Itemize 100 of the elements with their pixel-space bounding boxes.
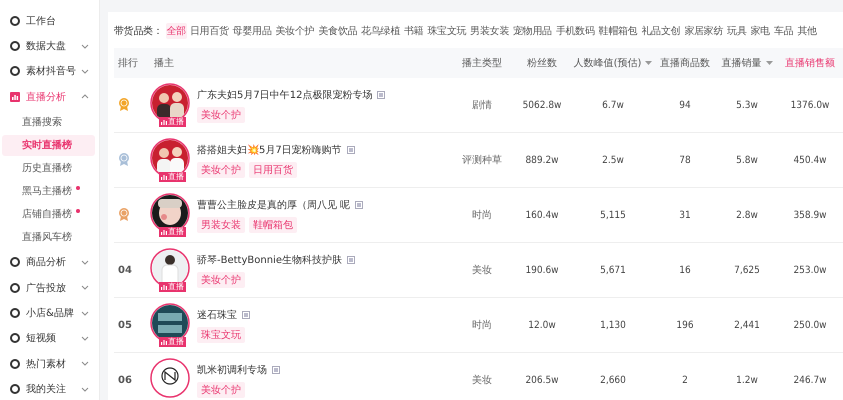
table-cell-text: 7,625 <box>733 264 761 276</box>
streamer-name[interactable]: 广东夫妇5月7日中午12点极限宠粉专场 <box>197 88 372 102</box>
submenu-item[interactable]: 直播搜索 <box>2 112 95 133</box>
circle-icon <box>10 66 20 76</box>
table-cell-text: 时尚 <box>471 208 493 222</box>
category-option[interactable]: 美食饮品 <box>317 23 358 39</box>
menu-item[interactable]: 数据大盘 <box>0 33 99 59</box>
qr-code-icon[interactable] <box>242 310 250 318</box>
chevron-icon <box>81 386 89 392</box>
circle-icon <box>10 282 20 293</box>
table-cell-text: 889.2w <box>524 154 560 166</box>
menu-item[interactable]: 我的关注 <box>0 376 99 400</box>
rank-number: 05 <box>117 320 132 330</box>
category-option[interactable]: 书籍 <box>402 23 424 39</box>
table-cell-text: 2.8w <box>735 210 759 220</box>
category-option[interactable]: 美妆个护 <box>274 23 316 39</box>
live-badge: 直播 <box>159 172 186 182</box>
table-cell-text: 5.8w <box>735 154 759 166</box>
menu-item[interactable]: 广告投放 <box>0 274 99 300</box>
table-cell-text: 78 <box>678 154 692 166</box>
table-cell-text: 206.5w <box>524 374 560 386</box>
table-cell-text: 2.5w <box>601 154 625 166</box>
table-cell-text: 5,671 <box>599 264 627 276</box>
column-header: 直播销售额 <box>784 56 836 70</box>
qr-code-icon[interactable] <box>272 366 280 374</box>
submenu-item[interactable]: 店铺自播榜 <box>2 204 95 225</box>
table-cell-text: 196 <box>675 320 695 330</box>
table-cell-text: 190.6w <box>524 264 560 276</box>
table-cell-text: 1376.0w <box>790 100 830 110</box>
category-option[interactable]: 花鸟绿植 <box>360 23 401 39</box>
table-cell-text: 450.4w <box>792 154 828 166</box>
category-option[interactable]: 母婴用品 <box>232 23 273 39</box>
live-badge: 直播 <box>159 282 186 292</box>
category-option[interactable]: 鞋帽箱包 <box>598 23 638 39</box>
circle-icon <box>10 257 20 268</box>
menu-item[interactable]: 素材抖音号 <box>0 58 99 84</box>
circle-icon <box>10 358 20 369</box>
rank-number: 06 <box>117 374 132 386</box>
streamer-name[interactable]: 搭搭姐夫妇💥5月7日宠粉嗨购节 <box>197 142 342 156</box>
category-tag: 鞋帽箱包 <box>249 216 297 232</box>
chevron-icon <box>81 361 89 366</box>
category-tag: 珠宝文玩 <box>197 326 245 342</box>
menu-item[interactable]: 工作台 <box>0 8 99 34</box>
column-header[interactable]: 直播销量 <box>717 56 777 70</box>
streamer-name[interactable]: 凯米初调利专场 <box>197 362 267 376</box>
column-header: 排行 <box>117 56 139 70</box>
table-cell-text: 358.9w <box>792 210 828 220</box>
column-header: 播主 <box>153 56 175 70</box>
streamer-name[interactable]: 迷石珠宝 <box>197 308 237 322</box>
category-option[interactable]: 男装女装 <box>469 23 510 39</box>
table-cell-text: 5,115 <box>599 210 627 220</box>
table-cell-text: 5062.8w <box>522 100 562 110</box>
qr-code-icon[interactable] <box>355 200 364 208</box>
chevron-icon <box>81 94 89 100</box>
chevron-icon <box>81 336 89 341</box>
table-cell-text: 美妆 <box>471 374 493 387</box>
table-cell-text: 评测种草 <box>461 154 503 167</box>
menu-item[interactable]: 商品分析 <box>0 250 99 275</box>
menu-item[interactable]: 短视频 <box>0 326 99 352</box>
qr-code-icon[interactable] <box>377 90 386 98</box>
qr-code-icon[interactable] <box>346 256 355 264</box>
category-option[interactable]: 宠物用品 <box>512 23 553 39</box>
circle-icon <box>10 384 20 394</box>
menu-item[interactable]: 直播分析 <box>0 84 99 110</box>
category-option[interactable]: 珠宝文玩 <box>426 23 468 39</box>
column-header[interactable]: 人数峰值(预估) <box>573 56 653 70</box>
streamer-name[interactable]: 骄琴-BettyBonnie生物科技护肤 <box>197 252 342 266</box>
submenu-item[interactable]: 实时直播榜 <box>2 134 95 156</box>
category-option[interactable]: 家居家纺 <box>683 23 724 39</box>
chevron-icon <box>81 285 89 290</box>
category-option[interactable]: 玩具 <box>726 23 748 39</box>
table-cell-text: 5.3w <box>735 100 759 110</box>
submenu-item[interactable]: 历史直播榜 <box>2 158 95 179</box>
menu-item[interactable]: 热门素材 <box>0 351 99 377</box>
table-cell-text: 253.0w <box>792 264 828 276</box>
category-option[interactable]: 其他 <box>796 23 818 39</box>
category-option[interactable]: 家电 <box>749 23 771 39</box>
submenu-item[interactable]: 直播风车榜 <box>2 226 95 248</box>
streamer-name[interactable]: 曹曹公主脸皮是真的厚（周八见 呢 <box>197 198 350 212</box>
category-tag: 日用百货 <box>249 162 297 178</box>
category-option[interactable]: 礼品文创 <box>640 23 682 39</box>
table-cell-text: 12.0w <box>527 320 557 330</box>
menu-item[interactable]: 小店&品牌 <box>0 300 99 326</box>
column-header: 直播商品数 <box>659 56 711 70</box>
live-badge: 直播 <box>159 227 186 237</box>
table-cell-text: 16 <box>678 264 692 276</box>
category-option[interactable]: 手机数码 <box>554 23 596 39</box>
circle-icon <box>10 333 20 344</box>
submenu-item[interactable]: 黑马主播榜 <box>2 180 95 202</box>
table-cell-text: 31 <box>678 210 692 220</box>
live-badge: 直播 <box>159 117 186 127</box>
table-cell-text: 2,660 <box>599 374 627 386</box>
chevron-icon <box>81 68 89 74</box>
qr-code-icon[interactable] <box>346 146 355 154</box>
category-option[interactable]: 车品 <box>772 23 794 39</box>
table-cell-text: 剧情 <box>471 98 493 112</box>
chevron-icon <box>81 44 89 49</box>
category-option[interactable]: 日用百货 <box>188 23 230 39</box>
category-option[interactable]: 全部 <box>166 23 187 39</box>
column-header: 播主类型 <box>461 56 503 70</box>
